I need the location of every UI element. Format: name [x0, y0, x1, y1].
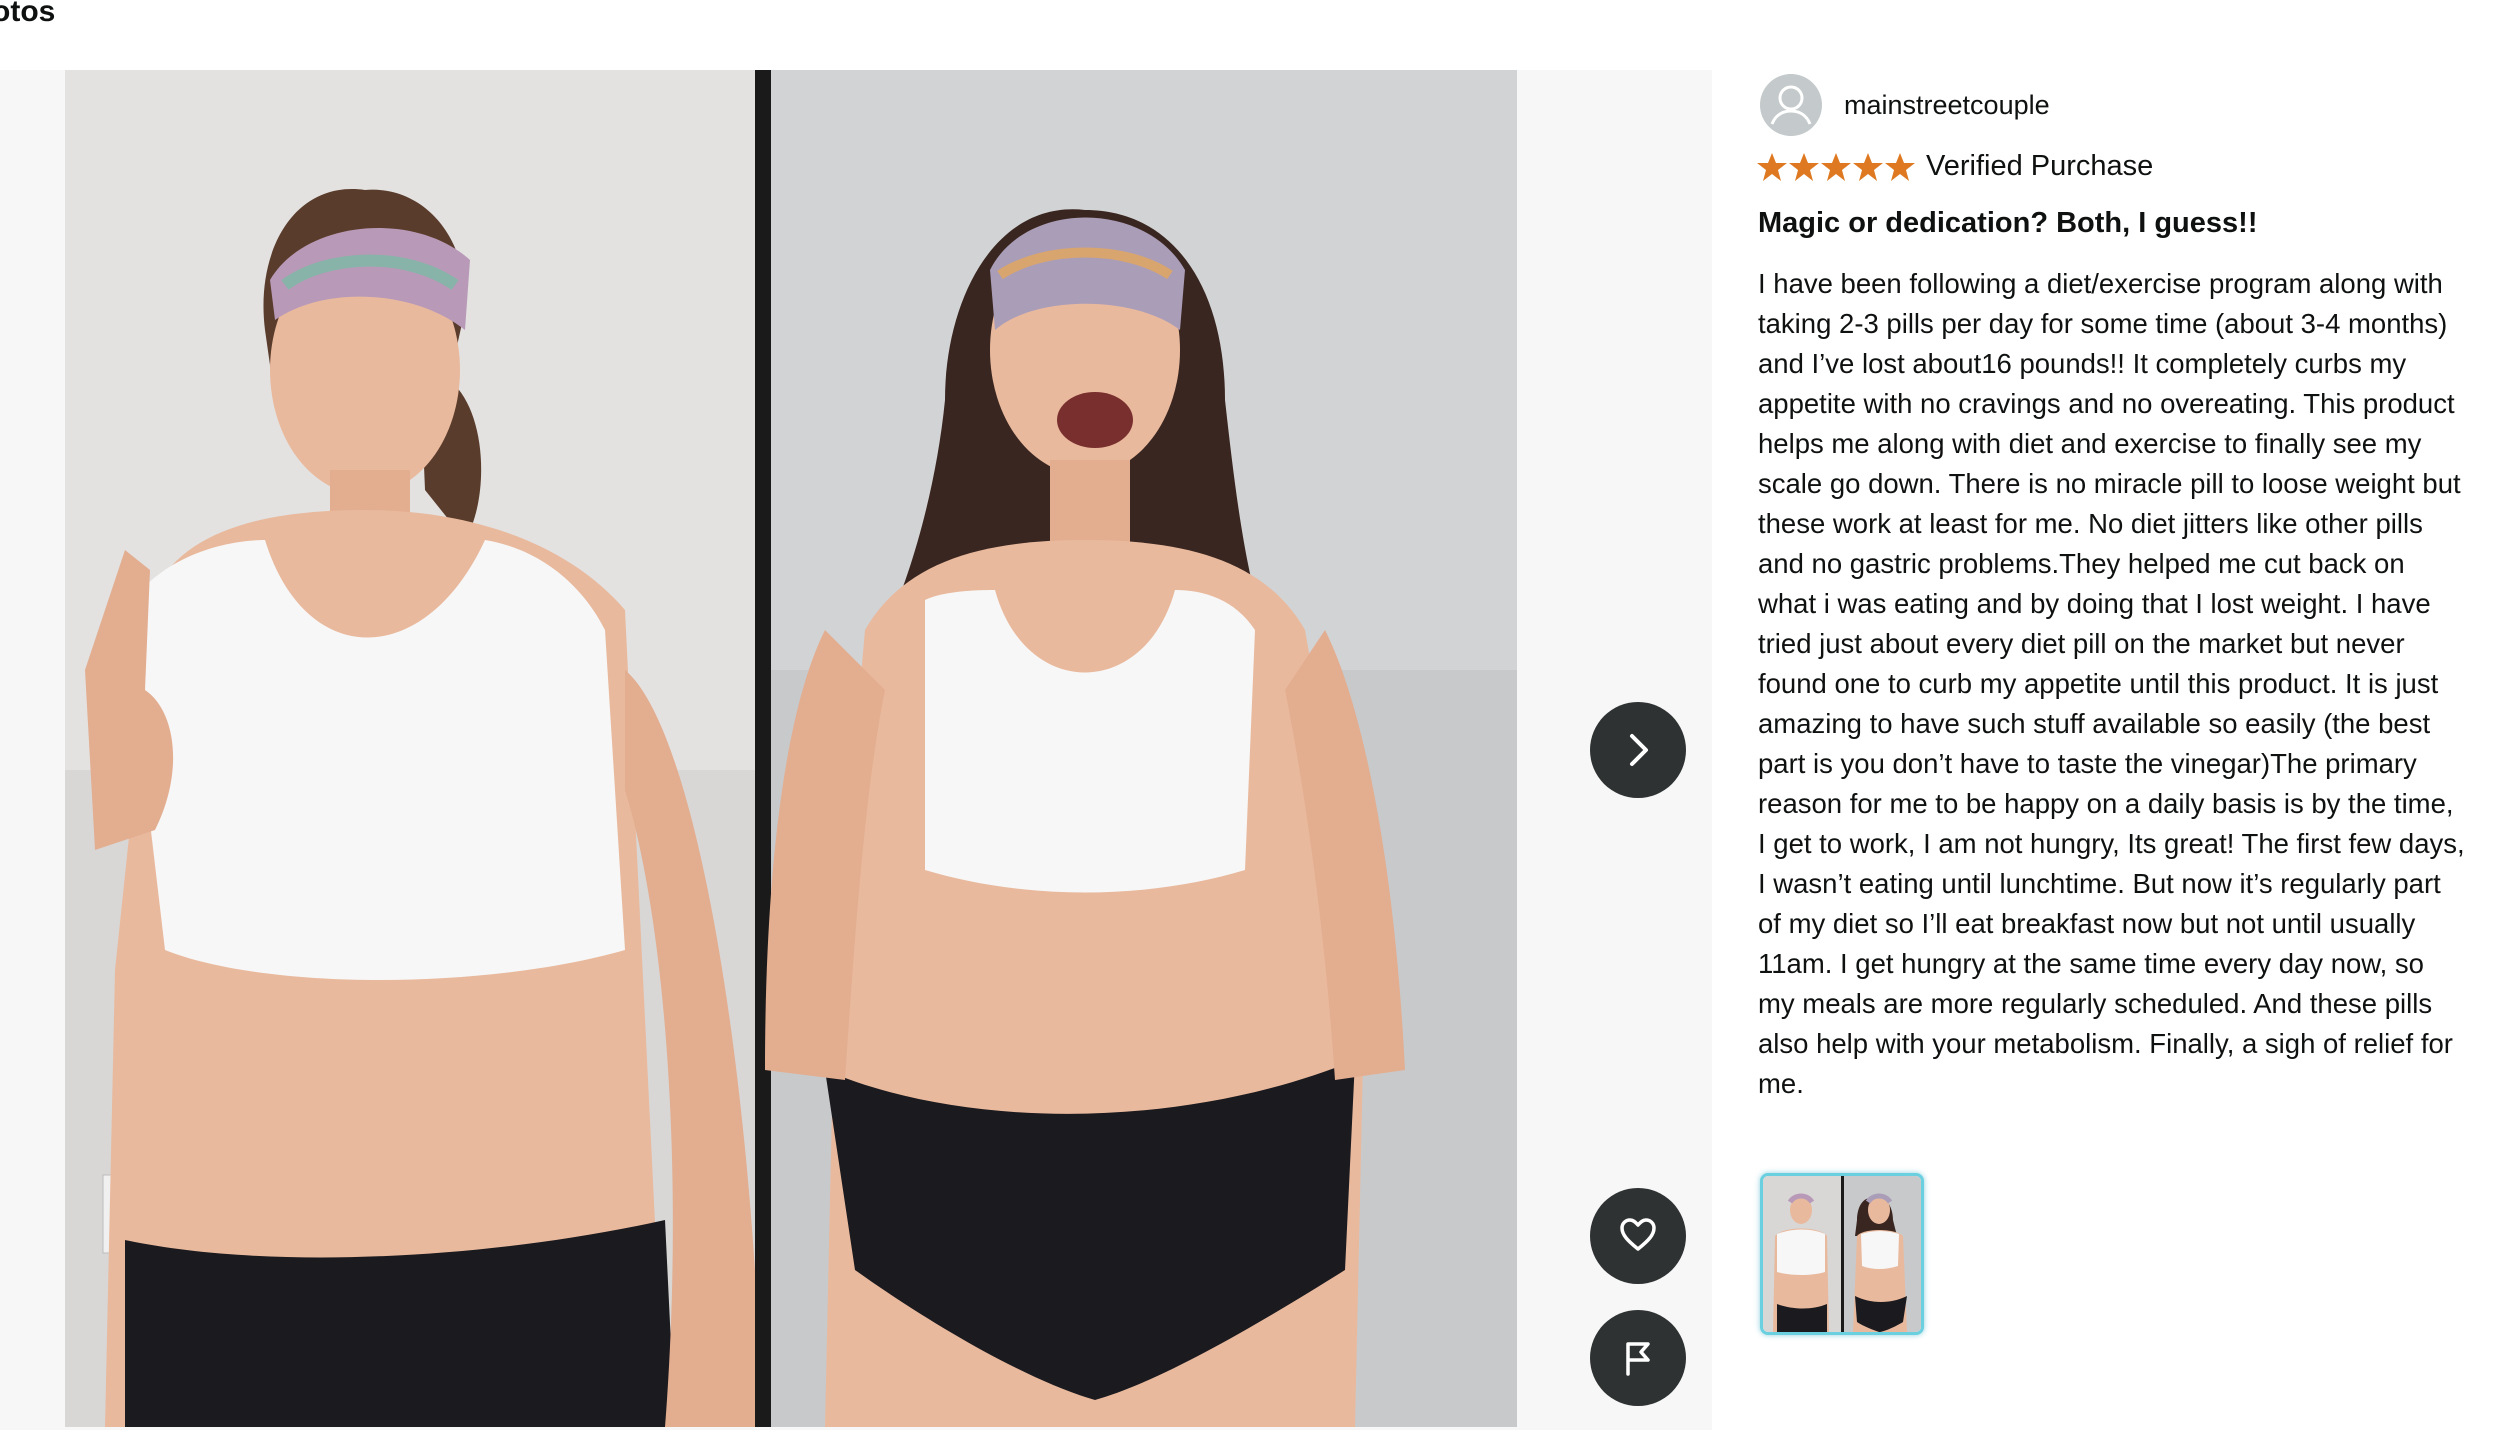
- star-rating: [1756, 151, 1916, 183]
- review-title: Magic or dedication? Both, I guess!!: [1758, 207, 2258, 239]
- photo-viewer: [0, 70, 1712, 1430]
- flag-icon: [1618, 1338, 1658, 1378]
- rating-row: Verified Purchase: [1756, 150, 2153, 183]
- person-icon: [1760, 74, 1822, 136]
- verified-purchase-badge: Verified Purchase: [1926, 150, 2154, 182]
- helpful-button[interactable]: [1590, 1188, 1686, 1284]
- photo-thumbnail[interactable]: [1760, 1173, 1924, 1335]
- reviewer-info: mainstreetcouple: [1760, 74, 2050, 136]
- star-icon: [1852, 151, 1884, 183]
- star-icon: [1788, 151, 1820, 183]
- star-icon: [1756, 151, 1788, 183]
- star-icon: [1884, 151, 1916, 183]
- report-button[interactable]: [1590, 1310, 1686, 1406]
- review-photo: [65, 70, 1517, 1427]
- chevron-right-icon: [1618, 730, 1658, 770]
- review-body: I have been following a diet/exercise pr…: [1758, 268, 2465, 1099]
- heart-icon: [1618, 1216, 1658, 1256]
- star-icon: [1820, 151, 1852, 183]
- section-title: otos: [0, 0, 56, 28]
- avatar[interactable]: [1760, 74, 1822, 136]
- next-photo-button[interactable]: [1590, 702, 1686, 798]
- reviewer-name[interactable]: mainstreetcouple: [1844, 90, 2050, 121]
